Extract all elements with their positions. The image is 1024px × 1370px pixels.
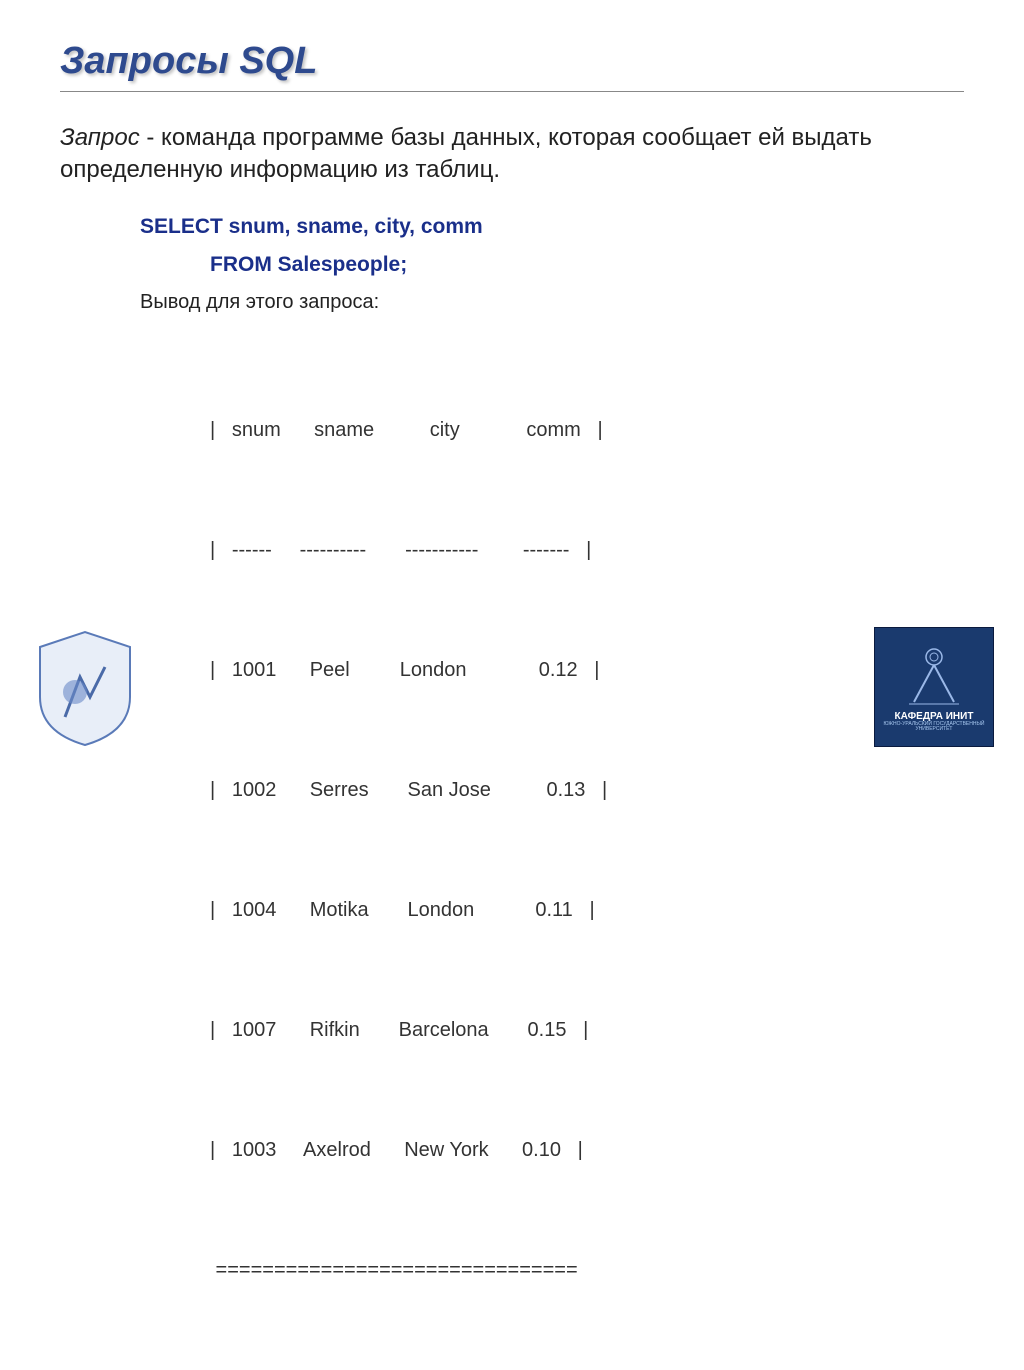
output-table: | snum sname city comm | | ------ ------… <box>210 330 964 1370</box>
sql-block: SELECT snum, sname, city, comm FROM Sale… <box>140 215 964 1370</box>
university-logo-left <box>30 627 140 747</box>
logo-right-label: КАФЕДРА ИНИТ <box>895 711 974 722</box>
table-row: | 1004 Motika London 0.11 | <box>210 890 964 930</box>
shield-logo-icon <box>30 627 140 747</box>
department-logo-right: КАФЕДРА ИНИТ ЮЖНО-УРАЛЬСКИЙ ГОСУДАРСТВЕН… <box>874 627 994 747</box>
sql-from-line: FROM Salespeople; <box>210 253 964 277</box>
slide: Запросы SQL Запрос - команда программе б… <box>0 0 1024 767</box>
slide-title: Запросы SQL <box>60 40 964 83</box>
table-row: | 1002 Serres San Jose 0.13 | <box>210 770 964 810</box>
description: Запрос - команда программе базы данных, … <box>60 122 964 187</box>
compass-icon <box>899 642 969 707</box>
table-header: | snum sname city comm | <box>210 410 964 450</box>
logo-right-sub: ЮЖНО-УРАЛЬСКИЙ ГОСУДАРСТВЕННЫЙ УНИВЕРСИТ… <box>875 722 993 733</box>
table-row: | 1003 Axelrod New York 0.10 | <box>210 1130 964 1170</box>
table-row: | 1001 Peel London 0.12 | <box>210 650 964 690</box>
sql-select-line: SELECT snum, sname, city, comm <box>140 215 964 239</box>
table-footer: =============================== <box>210 1250 964 1290</box>
description-rest: - команда программе базы данных, которая… <box>60 124 872 183</box>
output-label: Вывод для этого запроса: <box>140 291 964 314</box>
description-term: Запрос <box>60 124 140 151</box>
title-underline <box>60 91 964 92</box>
table-separator: | ------ ---------- ----------- ------- … <box>210 530 964 570</box>
table-row: | 1007 Rifkin Barcelona 0.15 | <box>210 1010 964 1050</box>
